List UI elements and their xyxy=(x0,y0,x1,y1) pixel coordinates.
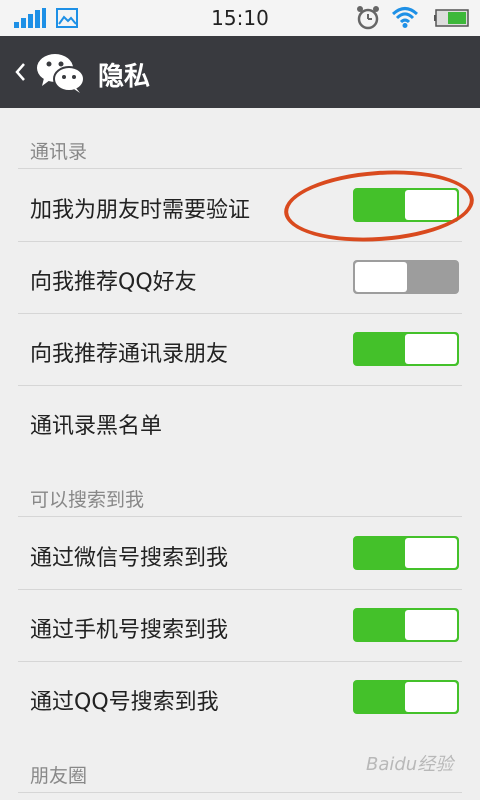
section-header-contacts: 通讯录 xyxy=(30,141,88,163)
app-header: 隐私 xyxy=(0,36,480,108)
contacts-blacklist-item[interactable]: 通讯录黑名单 xyxy=(30,408,162,440)
setting-label-search-by-phone[interactable]: 通过手机号搜索到我 xyxy=(30,612,228,644)
watermark-text: Baidu经验 xyxy=(366,754,454,775)
search-by-qq-toggle[interactable] xyxy=(353,680,459,714)
setting-label-search-by-qq[interactable]: 通过QQ号搜索到我 xyxy=(30,684,219,716)
section-header-searchable: 可以搜索到我 xyxy=(30,489,145,511)
toggle-knob xyxy=(405,610,457,640)
divider xyxy=(18,385,462,386)
wifi-icon xyxy=(392,7,418,28)
setting-label-recommend-qq[interactable]: 向我推荐QQ好友 xyxy=(30,264,197,296)
setting-label-friend-verification[interactable]: 加我为朋友时需要验证 xyxy=(30,192,250,224)
back-arrow-icon[interactable] xyxy=(14,61,26,83)
setting-label-search-by-wechat-id[interactable]: 通过微信号搜索到我 xyxy=(30,540,228,572)
search-by-wechat-id-toggle[interactable] xyxy=(353,536,459,570)
wechat-logo-icon xyxy=(37,54,85,93)
recommend-qq-friends-toggle[interactable] xyxy=(353,260,459,294)
divider xyxy=(18,792,462,793)
divider xyxy=(18,168,462,169)
toggle-knob xyxy=(405,682,457,712)
battery-icon xyxy=(434,9,469,27)
toggle-knob xyxy=(355,262,407,292)
divider xyxy=(18,241,462,242)
status-bar: 15:10 xyxy=(0,0,480,36)
toggle-knob xyxy=(405,334,457,364)
divider xyxy=(18,589,462,590)
toggle-knob xyxy=(405,538,457,568)
section-header-moments: 朋友圈 xyxy=(30,765,88,787)
setting-label-recommend-contacts[interactable]: 向我推荐通讯录朋友 xyxy=(30,336,228,368)
recommend-contacts-toggle[interactable] xyxy=(353,332,459,366)
search-by-phone-toggle[interactable] xyxy=(353,608,459,642)
page-title: 隐私 xyxy=(98,62,151,92)
divider xyxy=(18,661,462,662)
divider xyxy=(18,313,462,314)
alarm-clock-icon xyxy=(357,6,379,30)
divider xyxy=(18,516,462,517)
